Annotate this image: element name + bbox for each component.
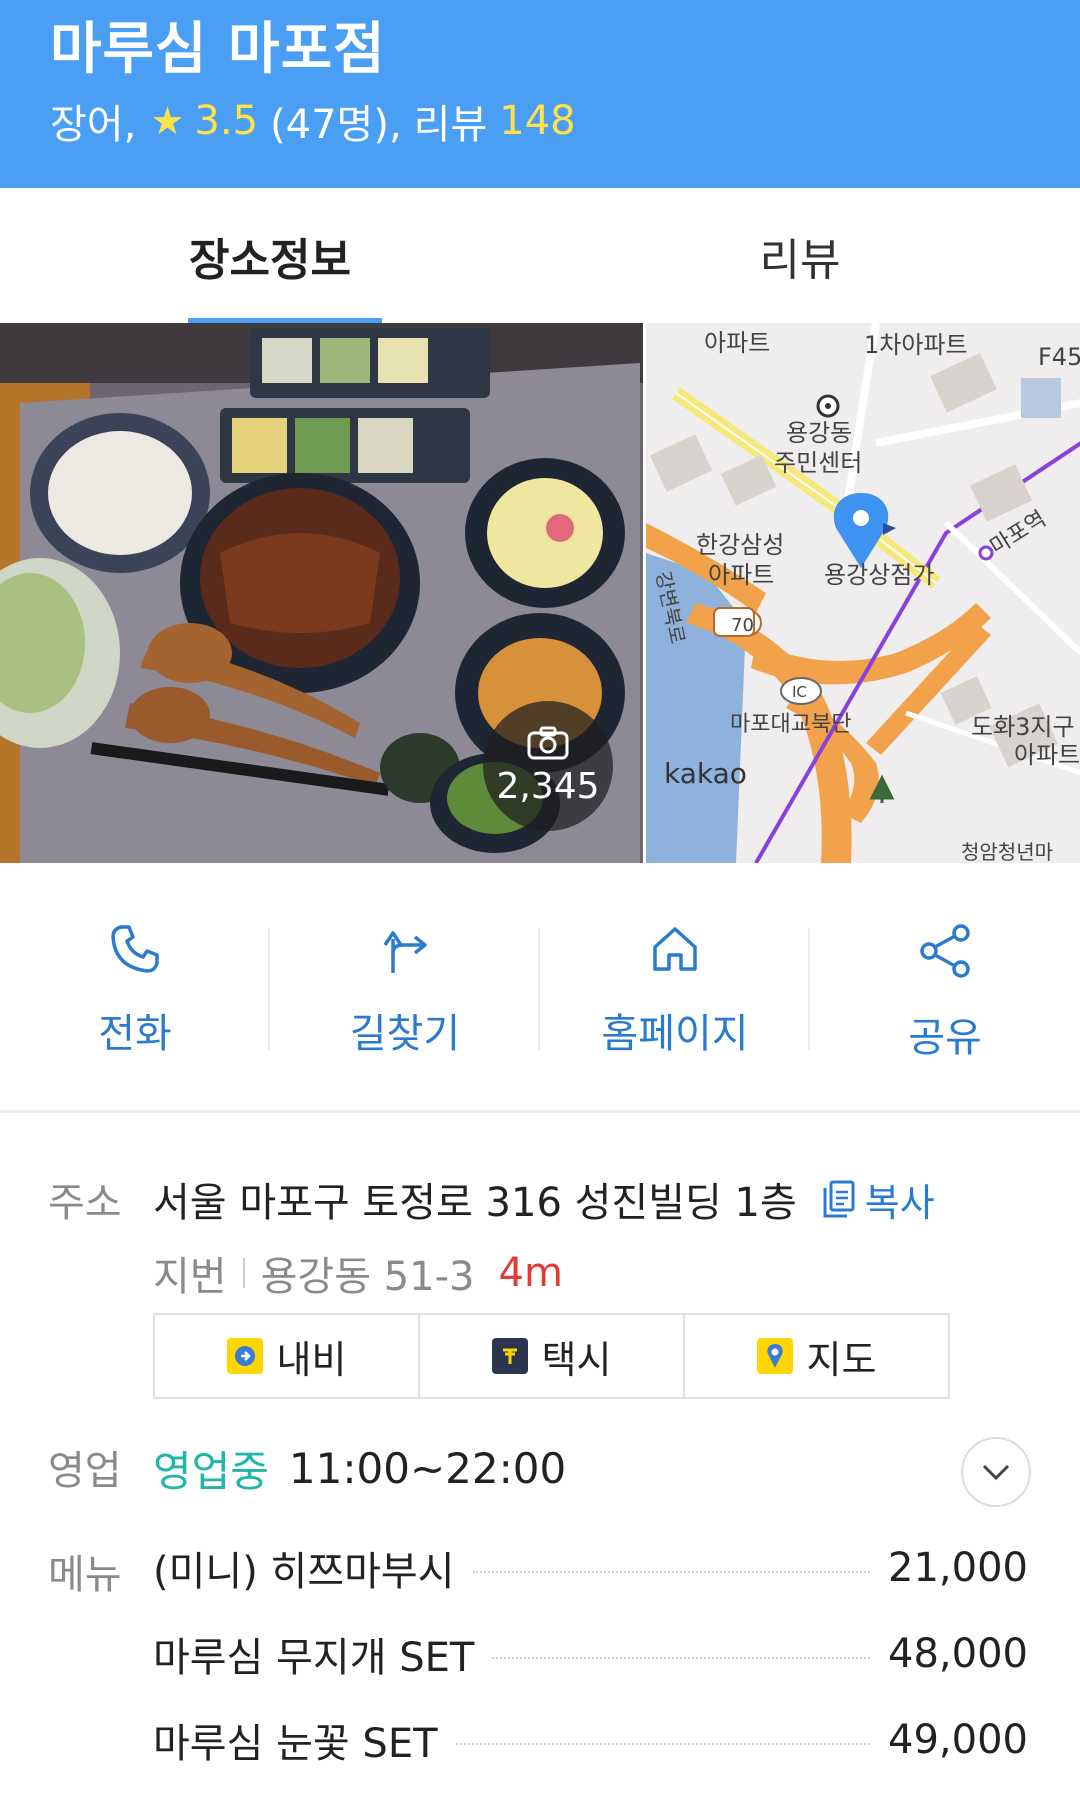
business-hours: 11:00~22:00	[288, 1444, 567, 1493]
jibun-row: 지번 용강동 51-3 4m	[153, 1244, 563, 1302]
menu-item-price: 48,000	[888, 1631, 1028, 1677]
kakao-logo: kakao	[664, 757, 747, 790]
phone-icon	[111, 925, 159, 973]
map-label-apt: 아파트	[704, 329, 770, 357]
location-map[interactable]: 아파트 1차아파트 F45 용강동 주민센터 한강삼성 아파트 용강상점가 마포…	[646, 323, 1080, 863]
menu-item-leader	[455, 1743, 871, 1745]
rating-value: 3.5	[194, 98, 259, 144]
map-label-dohwa1: 도화3지구	[971, 713, 1075, 741]
action-bar: 전화 길찾기 홈페이지 공유	[0, 863, 1080, 1113]
map-label-hangang2: 아파트	[708, 561, 774, 589]
menu-item-name: (미니) 히쯔마부시	[153, 1549, 455, 1595]
taxi-button[interactable]: 택시	[420, 1315, 685, 1397]
menu-item: (미니) 히쯔마부시 21,000	[153, 1540, 1028, 1596]
place-subline: 장어, ★ 3.5 (47명), 리뷰 148	[50, 92, 576, 150]
place-header: 마루심 마포점 장어, ★ 3.5 (47명), 리뷰 148	[0, 0, 1080, 188]
copy-icon	[823, 1180, 855, 1218]
chevron-down-icon	[982, 1464, 1010, 1481]
tab-place-info[interactable]: 장소정보	[0, 188, 540, 323]
media-strip: 2,345 아파트 1차아파트 F45 용강동 주민센터 한강삼성 아파트 용강…	[0, 323, 1080, 863]
photo-count-badge[interactable]: 2,345	[483, 701, 613, 831]
jibun-label: 지번	[153, 1254, 227, 1300]
copy-label: 복사	[864, 1180, 935, 1225]
copy-address-button[interactable]: 복사	[821, 1172, 935, 1227]
map-label: 지도	[806, 1337, 877, 1382]
navigation-options: 내비 택시 지도	[153, 1313, 950, 1399]
homepage-button[interactable]: 홈페이지	[540, 863, 810, 1113]
address-value: 서울 마포구 토정로 316 성진빌딩 1층	[153, 1180, 797, 1226]
expand-hours-button[interactable]	[961, 1437, 1031, 1507]
menu-item: 마루심 눈꽃 SET 49,000	[153, 1712, 1028, 1768]
call-button[interactable]: 전화	[0, 863, 270, 1113]
address-label: 주소	[48, 1180, 122, 1226]
review-label: 리뷰	[413, 102, 488, 148]
taxi-icon	[491, 1338, 528, 1374]
menu-item-leader	[492, 1657, 871, 1659]
tab-bar: 장소정보 리뷰	[0, 188, 1080, 323]
directions-icon	[383, 931, 427, 973]
share-button[interactable]: 공유	[810, 863, 1080, 1113]
map-label-hangang1: 한강삼성	[696, 531, 784, 559]
jibun-value: 용강동 51-3	[260, 1254, 475, 1300]
place-title: 마루심 마포점	[50, 17, 386, 82]
food-photo[interactable]: 2,345	[0, 323, 644, 863]
map-label-route: 70	[731, 615, 754, 636]
distance-value: 4m	[498, 1250, 563, 1296]
map-label-shop: 용강상점가	[824, 561, 934, 589]
map-button[interactable]: 지도	[685, 1315, 948, 1397]
call-label: 전화	[98, 1011, 172, 1057]
camera-icon	[527, 726, 569, 759]
photo-count: 2,345	[496, 765, 600, 807]
map-label-ic: IC	[792, 683, 807, 701]
review-count[interactable]: 148	[499, 98, 575, 144]
navi-label: 내비	[276, 1337, 347, 1382]
hours-label: 영업	[48, 1448, 122, 1494]
navi-button[interactable]: 내비	[155, 1315, 420, 1397]
menu-item: 마루심 무지개 SET 48,000	[153, 1626, 1028, 1682]
map-label-f45: F45	[1038, 343, 1080, 371]
menu-item-price: 21,000	[888, 1545, 1028, 1591]
map-label-center2: 주민센터	[774, 449, 862, 477]
map-label-dohwa2: 아파트	[1014, 741, 1080, 769]
taxi-label: 택시	[541, 1337, 612, 1382]
category-label: 장어,	[50, 102, 137, 148]
map-label-center1: 용강동	[786, 419, 852, 447]
menu-item-name: 마루심 무지개 SET	[153, 1635, 475, 1681]
jibun-divider	[242, 1258, 245, 1288]
open-status: 영업중	[153, 1447, 269, 1496]
homepage-label: 홈페이지	[601, 1011, 749, 1057]
map-label-bridge: 마포대교북단	[730, 712, 851, 737]
home-icon	[653, 927, 697, 971]
menu-label: 메뉴	[48, 1552, 122, 1598]
navi-icon	[226, 1338, 263, 1374]
tab-reviews[interactable]: 리뷰	[540, 188, 1060, 323]
share-label: 공유	[908, 1015, 982, 1061]
map-label-bottom: 청암청년마	[961, 840, 1053, 863]
hours-row: 영업중 11:00~22:00	[153, 1438, 566, 1499]
map-illustration: 아파트 1차아파트 F45 용강동 주민센터 한강삼성 아파트 용강상점가 마포…	[646, 323, 1080, 863]
rating-count: (47명),	[270, 102, 402, 148]
map-pin-icon	[756, 1338, 793, 1374]
address-row: 서울 마포구 토정로 316 성진빌딩 1층 복사	[153, 1170, 935, 1228]
directions-label: 길찾기	[349, 1011, 461, 1057]
star-icon: ★	[150, 99, 185, 143]
menu-item-leader	[472, 1571, 871, 1573]
menu-item-name: 마루심 눈꽃 SET	[153, 1721, 438, 1767]
map-label-apt1: 1차아파트	[864, 331, 968, 359]
share-icon	[920, 924, 970, 978]
directions-button[interactable]: 길찾기	[270, 863, 540, 1113]
menu-item-price: 49,000	[888, 1717, 1028, 1763]
